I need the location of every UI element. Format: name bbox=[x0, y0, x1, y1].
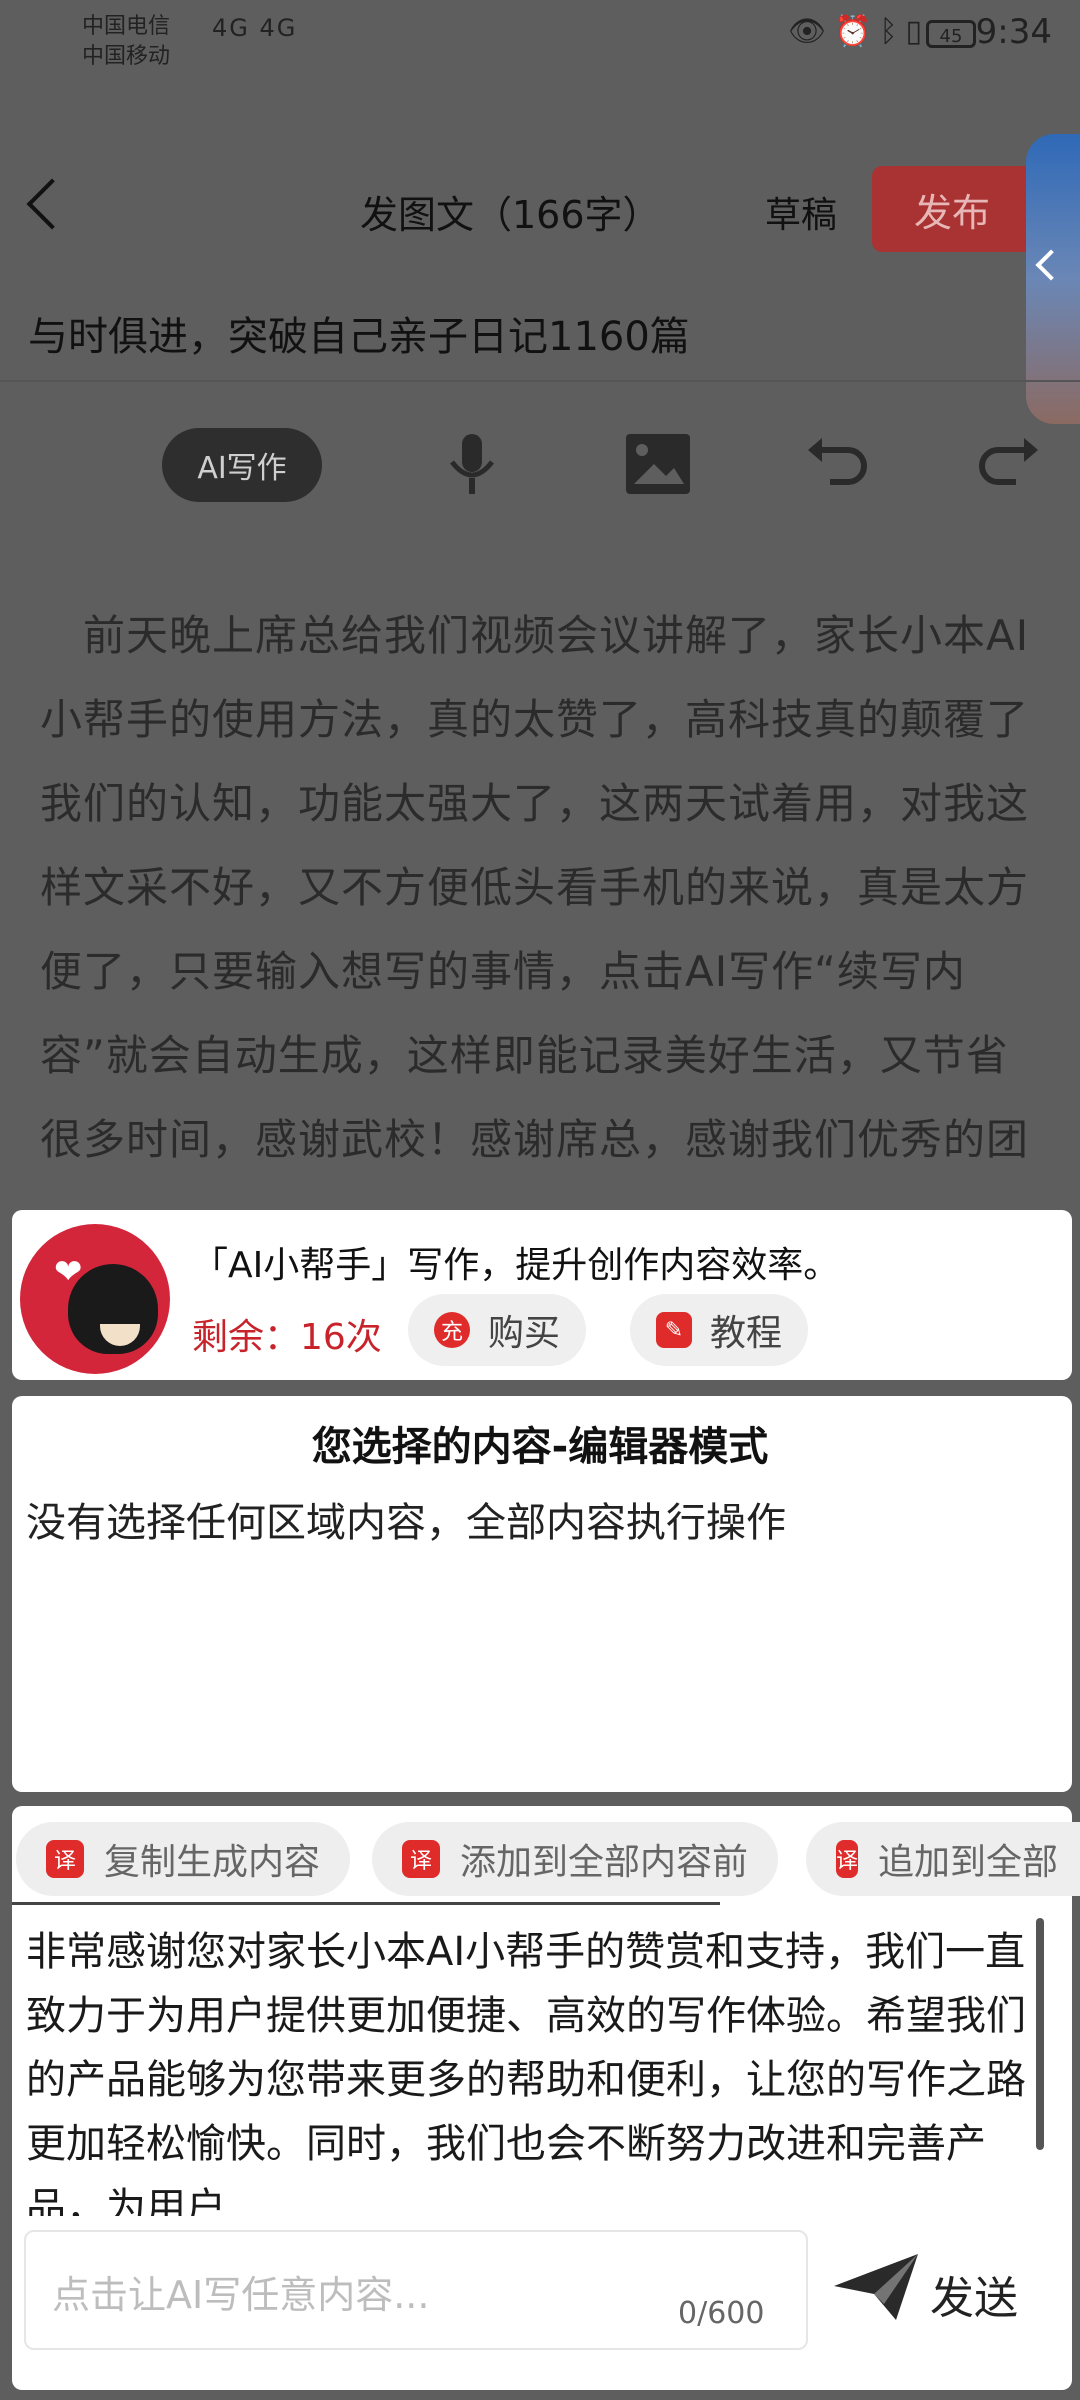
eye-icon: 👁 bbox=[788, 14, 835, 49]
document-body-text: 前天晚上席总给我们视频会议讲解了，家长小本AI小帮手的使用方法，真的太赞了，高科… bbox=[40, 611, 1030, 1164]
image-icon[interactable] bbox=[622, 428, 694, 500]
recharge-icon: 充 bbox=[434, 1312, 470, 1348]
chevron-left-icon bbox=[1035, 249, 1067, 281]
bluetooth-icon: ᛒ bbox=[879, 14, 906, 49]
buy-label: 购买 bbox=[488, 1313, 561, 1354]
tutorial-button[interactable]: ✎ 教程 bbox=[630, 1294, 809, 1366]
copy-generated-button[interactable]: 译 复制生成内容 bbox=[16, 1822, 351, 1896]
prepend-button[interactable]: 译 添加到全部内容前 bbox=[372, 1822, 779, 1896]
redo-icon[interactable] bbox=[974, 428, 1046, 500]
char-counter: 0/600 bbox=[678, 2296, 765, 2331]
translate-icon: 译 bbox=[46, 1840, 84, 1878]
document-body[interactable]: 前天晚上席总给我们视频会议讲解了，家长小本AI小帮手的使用方法，真的太赞了，高科… bbox=[40, 594, 1040, 1194]
translate-icon: 译 bbox=[402, 1840, 440, 1878]
signal-indicator: 4G 4G bbox=[212, 14, 298, 42]
publish-button[interactable]: 发布 bbox=[872, 166, 1032, 252]
tutorial-label: 教程 bbox=[710, 1313, 783, 1354]
remaining-count: 剩余：16次 bbox=[192, 1317, 382, 1358]
alarm-icon: ⏰ bbox=[834, 14, 880, 49]
selection-title: 您选择的内容-编辑器模式 bbox=[311, 1424, 769, 1470]
generated-result[interactable]: 非常感谢您对家长小本AI小帮手的赞赏和支持，我们一直致力于为用户提供更加便捷、高… bbox=[26, 1920, 1036, 2216]
status-icons: 👁⏰ᛒ▯ bbox=[788, 14, 930, 49]
ai-write-button[interactable]: AI写作 bbox=[162, 428, 322, 502]
document-icon: ✎ bbox=[656, 1312, 692, 1348]
send-icon[interactable] bbox=[832, 2252, 922, 2322]
status-bar: 中国电信 中国移动 4G 4G 👁⏰ᛒ▯ 45 9:34 bbox=[0, 0, 1080, 78]
carrier-mobile: 中国移动 bbox=[82, 44, 171, 69]
generated-result-text: 非常感谢您对家长小本AI小帮手的赞赏和支持，我们一直致力于为用户提供更加便捷、高… bbox=[26, 1929, 1026, 2216]
page-title: 发图文（166字） bbox=[360, 193, 661, 237]
battery-indicator: 45 bbox=[926, 20, 976, 48]
microphone-icon[interactable] bbox=[436, 428, 508, 500]
divider bbox=[0, 380, 1080, 382]
append-button[interactable]: 译 追加到全部 bbox=[806, 1822, 1080, 1896]
assistant-title: 「AI小帮手」写作，提升创作内容效率。 bbox=[192, 1245, 840, 1286]
back-arrow-icon[interactable] bbox=[26, 178, 78, 230]
result-scrollbar[interactable] bbox=[1036, 1918, 1044, 2150]
clock: 9:34 bbox=[975, 12, 1052, 52]
undo-icon[interactable] bbox=[800, 428, 872, 500]
append-label: 追加到全部 bbox=[878, 1842, 1059, 1883]
action-tabs-underline bbox=[12, 1902, 720, 1905]
prepend-label: 添加到全部内容前 bbox=[460, 1842, 749, 1883]
send-button[interactable]: 发送 bbox=[930, 2262, 1018, 2326]
carrier-telecom: 中国电信 bbox=[82, 14, 171, 39]
buy-button[interactable]: 充 购买 bbox=[408, 1294, 587, 1366]
copy-generated-label: 复制生成内容 bbox=[104, 1842, 321, 1883]
doc-title[interactable]: 与时俱进，突破自己亲子日记1160篇 bbox=[28, 304, 690, 362]
selection-text: 没有选择任何区域内容，全部内容执行操作 bbox=[26, 1500, 786, 1546]
draft-button[interactable]: 草稿 bbox=[765, 186, 837, 238]
translate-icon: 译 bbox=[836, 1840, 859, 1878]
prompt-placeholder: 点击让AI写任意内容... bbox=[52, 2273, 430, 2317]
mascot-avatar: ❤ bbox=[20, 1224, 170, 1374]
